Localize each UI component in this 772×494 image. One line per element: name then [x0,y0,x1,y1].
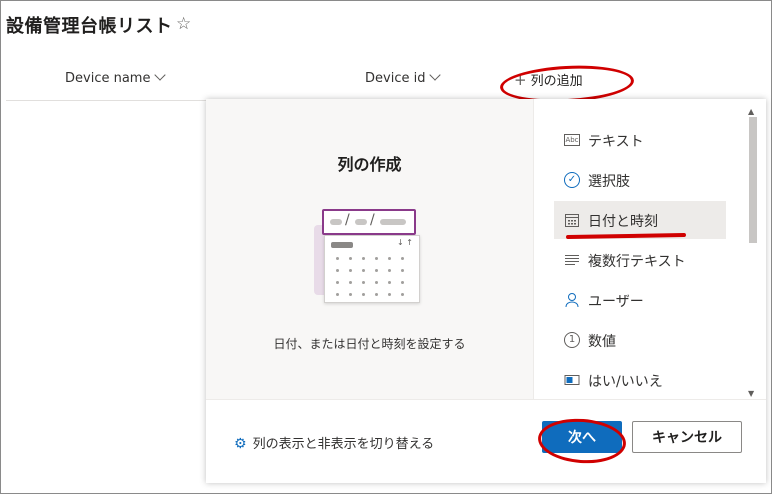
column-header-label: Device name [65,71,151,86]
calendar-dot [349,269,352,272]
calendar-dot [388,269,391,272]
calendar-dot [375,281,378,284]
footer-divider [206,399,766,400]
calendar-dot [362,293,365,296]
toggle-columns-link[interactable]: ⚙ 列の表示と非表示を切り替える [234,433,434,452]
calendar-dot [388,281,391,284]
person-icon [564,292,580,308]
calendar-dot [349,281,352,284]
column-type-number[interactable]: 1 数値 [554,321,726,359]
calendar-dot [349,257,352,260]
column-type-multiline-text[interactable]: 複数行テキスト [554,241,726,279]
column-header-label: Device id [365,71,426,86]
cancel-button[interactable]: キャンセル [632,421,742,453]
calendar-dot [375,293,378,296]
choice-check-icon: ✓ [564,172,580,188]
date-calendar-illustration: ↓ ↑ / / [312,209,424,305]
calendar-dot [362,269,365,272]
column-type-label: 選択肢 [588,174,630,190]
column-header-device-id[interactable]: Device id [365,69,442,86]
chevron-down-icon [154,69,167,81]
scrollbar-thumb[interactable] [749,117,757,243]
scroll-up-arrow-icon[interactable]: ▲ [748,107,754,116]
plus-icon: + [514,71,527,89]
column-type-label: 日付と時刻 [588,214,658,230]
calendar-dot [401,281,404,284]
create-column-panel: 列の作成 ↓ ↑ / / 日付、または日付と時刻を設定する Abc テキスト ✓ [206,99,766,483]
calendar-dot [388,293,391,296]
calendar-dot [362,281,365,284]
column-type-choice[interactable]: ✓ 選択肢 [554,161,726,199]
calendar-dot [336,257,339,260]
gear-icon: ⚙ [234,436,247,452]
star-icon[interactable]: ☆ [176,14,191,34]
add-column-button[interactable]: + 列の追加 [514,70,583,89]
column-type-list: Abc テキスト ✓ 選択肢 日付と時刻 複数行テキスト ユーザー 1 数値 は… [552,99,744,399]
column-type-label: テキスト [588,134,644,150]
calendar-dot [401,269,404,272]
column-type-label: ユーザー [588,294,644,310]
chevron-down-icon [429,69,442,81]
column-type-label: 数値 [588,334,616,350]
panel-title: 列の作成 [337,155,402,174]
calendar-dot [362,257,365,260]
page-title: 設備管理台帳リスト [6,16,173,37]
calendar-dot [401,293,404,296]
calendar-dot [375,257,378,260]
calendar-dot [349,293,352,296]
add-column-label: 列の追加 [530,74,583,89]
type-list-scrollbar[interactable]: ▲ ▼ [746,107,760,399]
column-type-yes-no[interactable]: はい/いいえ [554,361,726,399]
number-icon: 1 [564,332,580,348]
yes-no-toggle-icon [564,372,580,388]
header-divider [6,100,206,101]
panel-description: 日付、または日付と時刻を設定する [273,337,466,351]
calendar-icon [564,212,580,228]
column-type-person[interactable]: ユーザー [554,281,726,319]
toggle-columns-label: 列の表示と非表示を切り替える [252,437,435,452]
calendar-dot [388,257,391,260]
panel-preview-area: 列の作成 ↓ ↑ / / 日付、または日付と時刻を設定する [206,99,534,399]
column-header-device-name[interactable]: Device name [65,69,167,86]
column-type-label: はい/いいえ [588,374,663,390]
calendar-dot [401,257,404,260]
calendar-dot [375,269,378,272]
column-type-date-time[interactable]: 日付と時刻 [554,201,726,239]
calendar-dot [336,293,339,296]
calendar-dot [336,281,339,284]
multiline-text-icon [564,252,580,268]
text-icon: Abc [564,134,580,146]
column-type-label: 複数行テキスト [588,254,686,270]
scroll-down-arrow-icon[interactable]: ▼ [748,389,754,398]
next-button[interactable]: 次へ [542,421,622,453]
calendar-dot [336,269,339,272]
column-type-text[interactable]: Abc テキスト [554,121,726,159]
